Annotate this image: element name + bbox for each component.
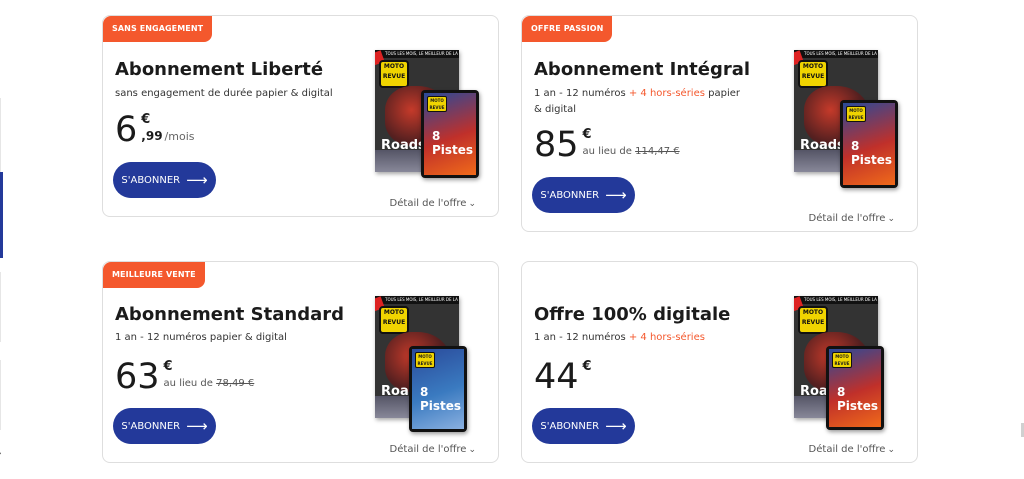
price-was: au lieu de 114,47 € <box>583 146 680 157</box>
subscribe-button[interactable]: S'ABONNER ⟶ <box>113 408 216 444</box>
chevron-down-icon: ⌄ <box>887 445 895 455</box>
tablet-image: MOTO REVUE 8 Pistes <box>826 346 884 430</box>
subscribe-label: S'ABONNER <box>540 420 600 432</box>
offer-detail-label: Détail de l'offre <box>808 213 886 224</box>
tablet-screen: MOTO REVUE 8 Pistes <box>424 93 476 175</box>
magazine-strap: TOUS LES MOIS, LE MEILLEUR DE LA MOTO <box>375 296 459 304</box>
tablet-headline: 8 Pistes <box>420 385 462 413</box>
tablet-logo: MOTO REVUE <box>846 106 866 122</box>
magazine-bundle-image: TOUS LES MOIS, LE MEILLEUR DE LA MOTO MO… <box>375 296 485 432</box>
magazine-strap: TOUS LES MOIS, LE MEILLEUR DE LA MOTO <box>794 50 878 58</box>
was-price: 78,49 € <box>216 378 255 389</box>
offer-subtitle: 1 an - 12 numéros + 4 hors-séries papier… <box>534 86 744 118</box>
subtitle-highlight: + 4 hors-séries <box>628 88 705 99</box>
subscribe-button[interactable]: S'ABONNER ⟶ <box>532 408 635 444</box>
chevron-down-icon: ⌄ <box>887 214 895 224</box>
offer-detail-link[interactable]: Détail de l'offre ⌄ <box>809 444 895 455</box>
offer-badge: OFFRE PASSION <box>522 16 613 42</box>
offer-title: Abonnement Liberté <box>115 59 324 80</box>
offer-subtitle: 1 an - 12 numéros papier & digital <box>115 332 287 343</box>
tablet-headline: 8 Pistes <box>432 129 474 157</box>
tablet-logo: MOTO REVUE <box>415 352 435 368</box>
price-currency: € <box>582 127 592 142</box>
subscribe-button[interactable]: S'ABONNER ⟶ <box>113 162 216 198</box>
subscribe-label: S'ABONNER <box>540 189 600 201</box>
tablet-logo: MOTO REVUE <box>427 96 447 112</box>
subtitle-part: 1 an - 12 numéros <box>534 332 629 343</box>
offer-price: 6 € ,99/mois <box>115 112 195 148</box>
offer-detail-label: Détail de l'offre <box>808 444 886 455</box>
price-currency: € <box>582 359 592 374</box>
offer-title: Abonnement Intégral <box>534 59 751 80</box>
magazine-bundle-image: TOUS LES MOIS, LE MEILLEUR DE LA MOTO MO… <box>375 50 485 185</box>
chevron-down-icon: ⌄ <box>468 199 476 209</box>
offer-badge: SANS ENGAGEMENT <box>103 16 213 42</box>
offer-card-liberte: SANS ENGAGEMENT Abonnement Liberté sans … <box>102 15 499 217</box>
subtitle-highlight: + 4 hors-séries <box>628 332 705 343</box>
tablet-screen: MOTO REVUE 8 Pistes <box>843 103 895 185</box>
magazine-logo: MOTO REVUE <box>379 306 409 334</box>
offer-card-standard: MEILLEURE VENTE Abonnement Standard 1 an… <box>102 261 499 463</box>
tablet-screen: MOTO REVUE 8 Pistes <box>829 349 881 427</box>
left-rail-bottom <box>0 272 1 342</box>
subscribe-label: S'ABONNER <box>121 420 181 432</box>
offer-title: Abonnement Standard <box>115 304 344 325</box>
offer-price: 63 € au lieu de 78,49 € <box>115 359 254 395</box>
tablet-image: MOTO REVUE 8 Pistes <box>840 100 898 188</box>
magazine-logo: MOTO REVUE <box>798 60 828 88</box>
price-integer: 44 <box>534 357 579 397</box>
subscribe-label: S'ABONNER <box>121 174 181 186</box>
arrow-right-icon: ⟶ <box>605 186 627 204</box>
tablet-image: MOTO REVUE 8 Pistes <box>409 346 467 432</box>
left-rail-chevron-icon[interactable]: › <box>0 446 2 460</box>
offer-card-digitale: Offre 100% digitale 1 an - 12 numéros + … <box>521 261 918 463</box>
was-label: au lieu de <box>163 378 217 389</box>
offer-detail-label: Détail de l'offre <box>389 444 467 455</box>
offer-detail-link[interactable]: Détail de l'offre ⌄ <box>390 444 476 455</box>
tablet-image: MOTO REVUE 8 Pistes <box>421 90 479 178</box>
arrow-right-icon: ⟶ <box>605 417 627 435</box>
offer-price: 44 € <box>534 359 592 395</box>
offer-subtitle: sans engagement de durée papier & digita… <box>115 88 333 99</box>
offer-title: Offre 100% digitale <box>534 304 731 325</box>
subscribe-button[interactable]: S'ABONNER ⟶ <box>532 177 635 213</box>
offer-badge: MEILLEURE VENTE <box>103 262 205 288</box>
price-cents: ,99 <box>141 129 163 143</box>
arrow-right-icon: ⟶ <box>186 417 208 435</box>
tablet-headline: 8 Pistes <box>837 385 879 413</box>
offer-detail-label: Détail de l'offre <box>389 198 467 209</box>
offer-card-integral: OFFRE PASSION Abonnement Intégral 1 an -… <box>521 15 918 232</box>
offer-subtitle: 1 an - 12 numéros + 4 hors-séries <box>534 330 705 346</box>
price-integer: 85 <box>534 125 579 165</box>
subtitle-part: 1 an - 12 numéros <box>534 88 629 99</box>
price-period: /mois <box>164 130 195 143</box>
magazine-strap: TOUS LES MOIS, LE MEILLEUR DE LA MOTO <box>794 296 878 304</box>
magazine-bundle-image: TOUS LES MOIS, LE MEILLEUR DE LA MOTO MO… <box>794 296 904 431</box>
arrow-right-icon: ⟶ <box>186 171 208 189</box>
left-rail-top <box>0 98 1 172</box>
price-integer: 63 <box>115 357 160 397</box>
was-label: au lieu de <box>582 146 636 157</box>
price-currency: € <box>163 359 173 374</box>
magazine-logo: MOTO REVUE <box>379 60 409 88</box>
was-price: 114,47 € <box>635 146 680 157</box>
left-rail-bottom-2 <box>0 360 1 430</box>
chevron-down-icon: ⌄ <box>468 445 476 455</box>
magazine-bundle-image: TOUS LES MOIS, LE MEILLEUR DE LA MOTO MO… <box>794 50 904 188</box>
magazine-logo: MOTO REVUE <box>798 306 828 334</box>
tablet-screen: MOTO REVUE 8 Pistes <box>412 349 464 429</box>
tablet-logo: MOTO REVUE <box>832 352 852 368</box>
tablet-headline: 8 Pistes <box>851 139 893 167</box>
offer-detail-link[interactable]: Détail de l'offre ⌄ <box>390 198 476 209</box>
price-integer: 6 <box>115 110 138 150</box>
price-currency: € <box>141 112 151 127</box>
magazine-strap: TOUS LES MOIS, LE MEILLEUR DE LA MOTO <box>375 50 459 58</box>
offer-price: 85 € au lieu de 114,47 € <box>534 127 680 163</box>
offer-detail-link[interactable]: Détail de l'offre ⌄ <box>809 213 895 224</box>
left-rail-active-marker <box>0 172 3 258</box>
price-was: au lieu de 78,49 € <box>164 378 255 389</box>
